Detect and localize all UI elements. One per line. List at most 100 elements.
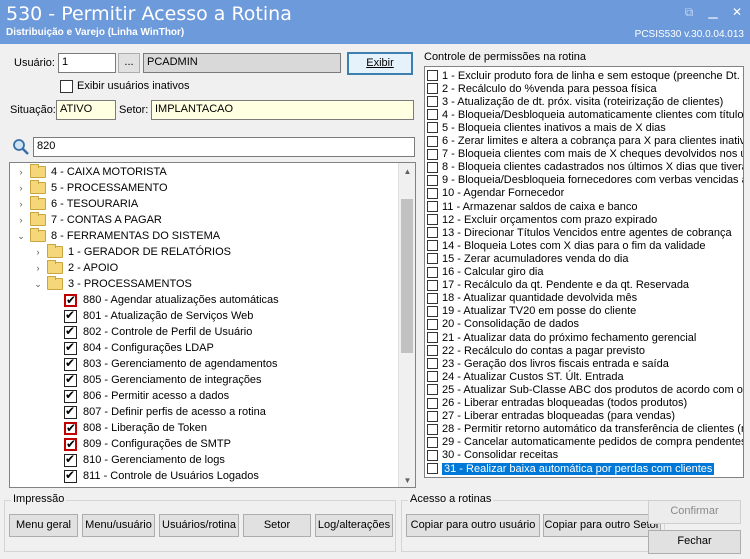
permission-item[interactable]: 14 - Bloqueia Lotes com X dias para o fi… [427,239,706,252]
permission-item[interactable]: 18 - Atualizar quantidade devolvida mês [427,292,637,305]
permission-checkbox[interactable] [427,423,438,435]
setor-button[interactable]: Setor [243,514,311,537]
routine-checkbox[interactable] [64,308,77,323]
permission-item[interactable]: 31 - Realizar baixa automática por perda… [427,462,715,475]
permission-item[interactable]: 10 - Agendar Fornecedor [427,187,564,200]
collapse-icon[interactable]: ⌄ [16,231,26,242]
permission-item[interactable]: 25 - Atualizar Sub-Classe ABC dos produt… [427,383,743,396]
permission-checkbox[interactable] [427,332,438,343]
permission-checkbox[interactable] [427,449,438,461]
permission-item[interactable]: 29 - Cancelar automaticamente pedidos de… [427,436,743,449]
permission-item[interactable]: 8 - Bloqueia clientes cadastrados nos úl… [427,161,743,174]
permission-checkbox[interactable] [427,240,438,252]
permission-item[interactable]: 5 - Bloqueia clientes inativos a mais de… [427,121,666,134]
tree-folder[interactable]: ⌄ 3 - PROCESSAMENTOS [33,276,192,292]
routine-checkbox[interactable] [64,324,77,339]
permission-checkbox[interactable] [427,266,438,278]
tree-folder[interactable]: › 7 - CONTAS A PAGAR [16,212,162,228]
permission-item[interactable]: 26 - Liberar entradas bloqueadas (todos … [427,397,687,410]
tree-folder[interactable]: › 2 - APOIO [33,260,118,276]
permission-checkbox[interactable] [427,384,438,396]
permission-checkbox[interactable] [427,161,438,173]
routine-checkbox[interactable] [64,421,77,435]
permission-checkbox[interactable] [427,305,438,317]
permission-checkbox[interactable] [427,358,438,370]
permission-item[interactable]: 6 - Zerar limites e altera a cobrança pa… [427,135,743,148]
permission-checkbox[interactable] [427,397,438,409]
permission-item[interactable]: 12 - Excluir orçamentos com prazo expira… [427,213,657,226]
permission-item[interactable]: 24 - Atualizar Custos ST. Últ. Entrada [427,370,624,383]
fechar-button[interactable]: Fechar [648,530,741,554]
expand-icon[interactable]: › [33,263,43,273]
tree-routine[interactable]: 802 - Controle de Perfil de Usuário [50,324,252,340]
routine-checkbox[interactable] [64,293,77,307]
tree-scrollbar[interactable]: ▲ ▼ [398,163,415,487]
tree-routine[interactable]: 801 - Atualização de Serviços Web [50,308,253,324]
routine-checkbox[interactable] [64,372,77,387]
permission-item[interactable]: 27 - Liberar entradas bloqueadas (para v… [427,410,675,423]
permission-item[interactable]: 21 - Atualizar data do próximo fechament… [427,331,696,344]
routine-checkbox[interactable] [64,437,77,451]
tree-routine[interactable]: 809 - Configurações de SMTP [50,436,231,452]
tree-routine[interactable]: 807 - Definir perfis de acesso a rotina [50,404,266,420]
routine-checkbox[interactable] [64,340,77,355]
confirmar-button[interactable]: Confirmar [648,500,741,524]
routine-checkbox[interactable] [64,452,77,467]
permission-checkbox[interactable] [427,253,438,265]
permission-item[interactable]: 15 - Zerar acumuladores venda do dia [427,252,629,265]
usuario-code-input[interactable]: 1 [58,53,116,73]
expand-icon[interactable]: › [16,215,26,225]
permission-item[interactable]: 28 - Permitir retorno automático da tran… [427,423,743,436]
inativos-checkbox[interactable] [60,80,73,93]
permission-checkbox[interactable] [427,70,438,81]
permission-item[interactable]: 2 - Recálculo do %venda para pessoa físi… [427,82,657,95]
browse-user-button[interactable]: ... [118,53,140,73]
permission-checkbox[interactable] [427,187,438,199]
permission-item[interactable]: 16 - Calcular giro dia [427,266,544,279]
log-alteracoes-button[interactable]: Log/alterações [315,514,393,537]
exibir-button[interactable]: Exibir [347,52,413,75]
restore-icon[interactable]: ⧉ [680,4,698,20]
permission-checkbox[interactable] [427,109,438,121]
tree-routine[interactable]: 806 - Permitir acesso a dados [50,388,229,404]
copy-setor-button[interactable]: Copiar para outro Setor [543,514,661,537]
scroll-down-icon[interactable]: ▼ [399,472,415,487]
usuarios-rotina-button[interactable]: Usuários/rotina [159,514,239,537]
permission-checkbox[interactable] [427,83,438,95]
search-input[interactable]: 820 [33,137,415,157]
tree-folder[interactable]: › 1 - GERADOR DE RELATÓRIOS [33,244,231,260]
permission-item[interactable]: 7 - Bloqueia clientes com mais de X cheq… [427,148,743,161]
routine-tree[interactable]: › 4 - CAIXA MOTORISTA › 5 - PROCESSAMENTO › 6… [9,162,416,488]
menu-usuario-button[interactable]: Menu/usuário [82,514,155,537]
menu-geral-button[interactable]: Menu geral [9,514,78,537]
permission-checkbox[interactable] [427,96,438,108]
tree-routine[interactable]: 811 - Controle de Usuários Logados [50,468,259,484]
tree-routine[interactable]: 880 - Agendar atualizações automáticas [50,292,279,308]
permission-checkbox[interactable] [427,201,438,212]
permission-checkbox[interactable] [427,345,438,357]
tree-routine[interactable]: 804 - Configurações LDAP [50,340,214,356]
permission-checkbox[interactable] [427,214,438,226]
expand-icon[interactable]: › [16,199,26,209]
routine-checkbox[interactable] [64,404,77,419]
tree-routine[interactable]: 805 - Gerenciamento de integrações [50,372,262,388]
permission-item[interactable]: 23 - Geração dos livros fiscais entrada … [427,357,669,370]
permission-item[interactable]: 17 - Recálculo da qt. Pendente e da qt. … [427,279,689,292]
tree-routine[interactable]: 808 - Liberação de Token [50,420,207,436]
permission-item[interactable]: 1 - Excluir produto fora de linha e sem … [427,69,743,82]
permission-item[interactable]: 13 - Direcionar Títulos Vencidos entre a… [427,226,732,239]
permission-checkbox[interactable] [427,410,438,422]
permission-item[interactable]: 4 - Bloqueia/Desbloqueia automaticamente… [427,108,743,121]
permission-item[interactable]: 20 - Consolidação de dados [427,318,579,331]
permission-checkbox[interactable] [427,463,438,474]
permission-checkbox[interactable] [427,436,438,448]
tree-folder[interactable]: › 6 - TESOURARIA [16,196,138,212]
scroll-thumb[interactable] [401,199,413,353]
tree-routine[interactable]: 810 - Gerenciamento de logs [50,452,225,468]
collapse-icon[interactable]: ⌄ [33,279,43,290]
routine-checkbox[interactable] [64,356,77,371]
permission-checkbox[interactable] [427,148,438,160]
minimize-icon[interactable]: ▁ [704,4,722,20]
scroll-up-icon[interactable]: ▲ [399,163,415,180]
routine-checkbox[interactable] [64,468,77,483]
